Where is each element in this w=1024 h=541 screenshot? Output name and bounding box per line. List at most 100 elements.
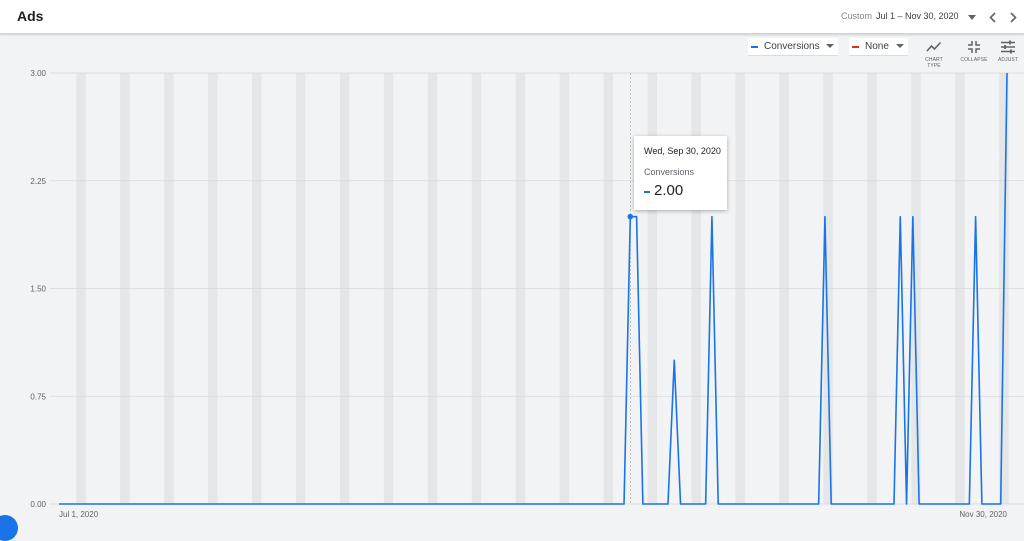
x-tick-label: Nov 30, 2020 — [959, 510, 1007, 519]
data-point — [384, 503, 386, 505]
x-tick-label: Jul 1, 2020 — [59, 510, 99, 519]
data-point — [912, 215, 914, 217]
data-point — [391, 503, 393, 505]
data-point — [177, 503, 179, 505]
data-point — [811, 503, 813, 505]
data-point — [554, 503, 556, 505]
data-point — [855, 503, 857, 505]
data-point — [208, 503, 210, 505]
tooltip-value: 2.00 — [654, 182, 684, 199]
data-point — [861, 503, 863, 505]
tooltip-series-swatch — [644, 191, 650, 193]
tooltip-date: Wed, Sep 30, 2020 — [644, 146, 721, 156]
data-point — [428, 503, 430, 505]
data-point — [510, 503, 512, 505]
data-point — [240, 503, 242, 505]
data-point — [893, 503, 895, 505]
data-point — [755, 503, 757, 505]
data-point — [993, 503, 995, 505]
data-point — [761, 503, 763, 505]
data-point — [880, 503, 882, 505]
data-point — [296, 503, 298, 505]
data-point — [930, 503, 932, 505]
data-point — [824, 215, 826, 217]
data-point — [547, 503, 549, 505]
data-point — [623, 503, 625, 505]
data-point — [378, 503, 380, 505]
data-point — [284, 503, 286, 505]
data-point — [1006, 72, 1008, 74]
data-point — [121, 503, 123, 505]
tooltip-metric: Conversions — [644, 167, 695, 177]
data-point — [661, 503, 663, 505]
data-point — [485, 503, 487, 505]
data-point — [573, 503, 575, 505]
conversions-line-chart[interactable]: 0.00 0.75 1.50 2.25 3.00 Jul 1, 2020 Nov 30, … — [0, 0, 1024, 526]
data-point — [736, 503, 738, 505]
data-point — [491, 503, 493, 505]
data-point — [836, 503, 838, 505]
data-point — [937, 503, 939, 505]
data-point — [133, 503, 135, 505]
data-point — [102, 503, 104, 505]
data-point — [365, 503, 367, 505]
data-point — [139, 503, 141, 505]
data-point — [70, 503, 72, 505]
data-point — [723, 503, 725, 505]
data-point — [899, 215, 901, 217]
data-point — [843, 503, 845, 505]
data-point — [77, 503, 79, 505]
data-point — [472, 503, 474, 505]
data-point — [171, 503, 173, 505]
data-point — [610, 503, 612, 505]
data-point — [585, 503, 587, 505]
data-point — [359, 503, 361, 505]
data-point — [962, 503, 964, 505]
data-point — [409, 503, 411, 505]
data-point — [943, 503, 945, 505]
data-point — [849, 503, 851, 505]
data-point — [328, 503, 330, 505]
data-point — [434, 503, 436, 505]
data-point — [290, 503, 292, 505]
data-point — [817, 503, 819, 505]
data-point — [152, 503, 154, 505]
data-point — [786, 503, 788, 505]
data-point — [265, 503, 267, 505]
data-point — [704, 503, 706, 505]
data-point — [259, 503, 261, 505]
data-point — [466, 503, 468, 505]
data-point — [799, 503, 801, 505]
data-point — [535, 503, 537, 505]
data-point — [560, 503, 562, 505]
data-point — [252, 503, 254, 505]
data-point — [127, 503, 129, 505]
data-point — [692, 503, 694, 505]
data-point — [529, 503, 531, 505]
hover-point — [627, 213, 634, 220]
data-point — [591, 503, 593, 505]
data-point — [234, 503, 236, 505]
data-point — [742, 503, 744, 505]
data-point — [347, 503, 349, 505]
data-point — [918, 503, 920, 505]
data-point — [183, 503, 185, 505]
data-point — [146, 503, 148, 505]
data-point — [780, 503, 782, 505]
data-point — [309, 503, 311, 505]
data-point — [956, 503, 958, 505]
data-point — [215, 503, 217, 505]
data-point — [196, 503, 198, 505]
data-point — [635, 215, 637, 217]
data-point — [504, 503, 506, 505]
chart-tooltip: Wed, Sep 30, 2020 Conversions 2.00 — [634, 136, 727, 210]
y-tick-label: 1.50 — [30, 285, 46, 294]
data-point — [792, 503, 794, 505]
data-point — [654, 503, 656, 505]
data-point — [717, 503, 719, 505]
data-point — [227, 503, 229, 505]
data-point — [679, 503, 681, 505]
y-tick-label: 3.00 — [30, 69, 46, 78]
data-point — [604, 503, 606, 505]
data-point — [158, 503, 160, 505]
